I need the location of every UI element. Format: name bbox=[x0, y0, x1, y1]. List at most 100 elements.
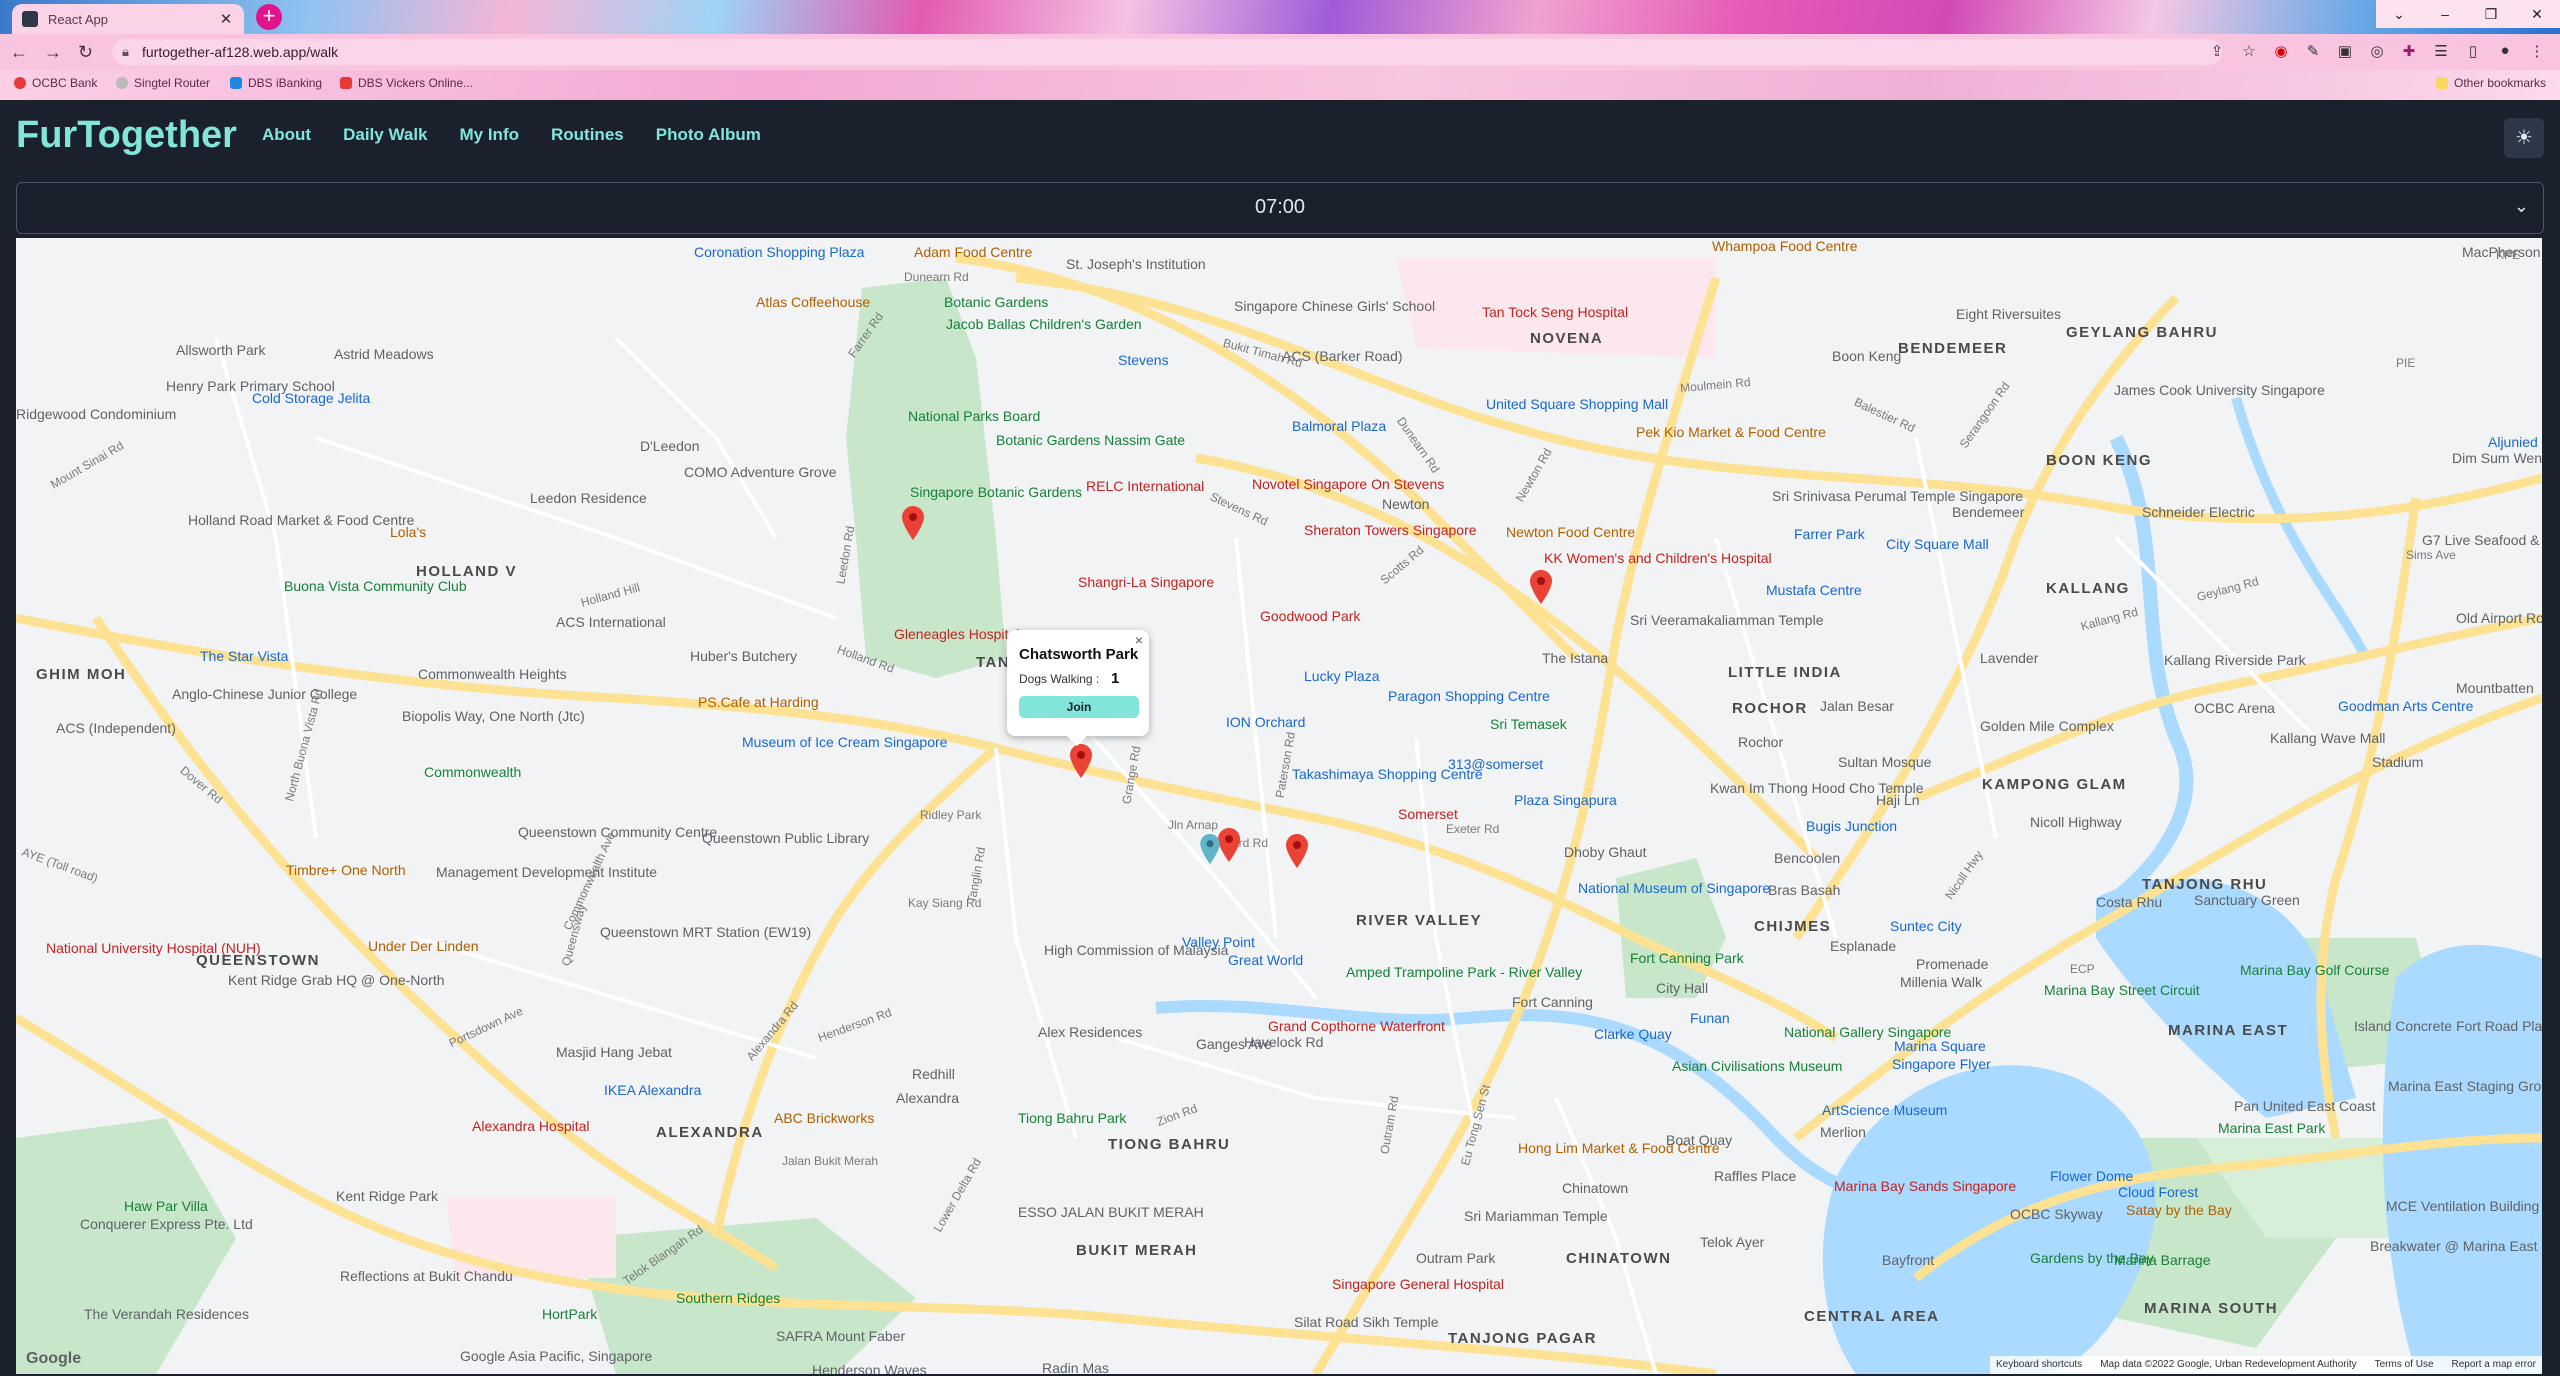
address-bar[interactable]: 🔒︎ furtogether-af128.web.app/walk bbox=[112, 39, 2222, 65]
new-tab-button[interactable]: + bbox=[256, 4, 282, 30]
profile-avatar[interactable]: ● bbox=[2496, 42, 2514, 60]
forward-arrow-icon[interactable]: → bbox=[44, 42, 62, 63]
place-label: National Museum of Singapore bbox=[1578, 880, 1771, 896]
bookmark-item[interactable]: OCBC Bank bbox=[14, 76, 97, 90]
district-label: BOON KENG bbox=[2046, 452, 2153, 469]
terms-link[interactable]: Terms of Use bbox=[2375, 1359, 2434, 1374]
report-error-link[interactable]: Report a map error bbox=[2452, 1359, 2536, 1374]
place-label: Cloud Forest bbox=[2118, 1184, 2199, 1200]
back-arrow-icon[interactable]: ← bbox=[10, 42, 28, 63]
walk-pin[interactable] bbox=[1530, 570, 1552, 604]
google-logo[interactable]: Google bbox=[26, 1350, 81, 1368]
place-label: Marina Bay Street Circuit bbox=[2044, 982, 2200, 998]
reading-list-icon[interactable]: ☰ bbox=[2432, 42, 2450, 60]
window-controls: ⌄ – ❐ ✕ bbox=[2376, 0, 2560, 28]
place-label: Jacob Ballas Children's Garden bbox=[946, 316, 1142, 332]
place-label: Goodman Arts Centre bbox=[2338, 698, 2474, 714]
extensions-puzzle-icon[interactable]: ✚ bbox=[2400, 42, 2418, 60]
place-label: Bayfront bbox=[1882, 1252, 1935, 1268]
place-label: High Commission of Malaysia bbox=[1044, 942, 1229, 958]
place-label: Singapore Chinese Girls' School bbox=[1234, 298, 1436, 314]
menu-kebab-icon[interactable]: ⋮ bbox=[2528, 42, 2546, 60]
place-label: Satay by the Bay bbox=[2126, 1202, 2232, 1218]
share-icon[interactable]: ⇪ bbox=[2208, 42, 2226, 60]
restore-button[interactable]: ❐ bbox=[2468, 0, 2514, 28]
district-label: BENDEMEER bbox=[1898, 340, 2008, 357]
road-label: Ridley Park bbox=[920, 808, 982, 822]
place-label: Tiong Bahru Park bbox=[1018, 1110, 1127, 1126]
time-select[interactable]: 07:00 ⌄ bbox=[16, 182, 2544, 234]
lock-icon[interactable]: 🔒︎ bbox=[122, 44, 129, 60]
nav-routines[interactable]: Routines bbox=[551, 125, 624, 145]
place-label: Island Concrete Fort Road Plant bbox=[2354, 1018, 2542, 1034]
nav-links: About Daily Walk My Info Routines Photo … bbox=[262, 125, 761, 145]
walk-pin[interactable] bbox=[1218, 828, 1240, 862]
url-text[interactable]: furtogether-af128.web.app/walk bbox=[142, 44, 338, 60]
place-label: Tan Tock Seng Hospital bbox=[1482, 304, 1629, 320]
place-label: ION Orchard bbox=[1226, 714, 1306, 730]
other-bookmarks[interactable]: Other bookmarks bbox=[2436, 76, 2546, 90]
walk-pin[interactable] bbox=[902, 506, 924, 540]
place-label: Eight Riversuites bbox=[1956, 306, 2062, 322]
current-location-pin[interactable] bbox=[1200, 834, 1220, 864]
close-icon[interactable]: × bbox=[1135, 632, 1143, 648]
tab-search-icon[interactable]: ⌄ bbox=[2376, 0, 2422, 28]
dbs-icon bbox=[230, 77, 242, 89]
bookmark-item[interactable]: DBS iBanking bbox=[230, 76, 322, 90]
district-label: NOVENA bbox=[1530, 330, 1604, 347]
tab-close-icon[interactable]: ✕ bbox=[216, 10, 236, 28]
place-label: Breakwater @ Marina East bbox=[2370, 1238, 2538, 1254]
place-label: Astrid Meadows bbox=[334, 346, 434, 362]
nav-photo-album[interactable]: Photo Album bbox=[656, 125, 761, 145]
opera-extension-icon[interactable]: ◉ bbox=[2272, 42, 2290, 60]
browser-nav-buttons: ← → ↻ bbox=[10, 42, 93, 63]
side-panel-icon[interactable]: ▯ bbox=[2464, 42, 2482, 60]
place-label: Dhoby Ghaut bbox=[1564, 844, 1647, 860]
brand-logo[interactable]: FurTogether bbox=[16, 114, 237, 157]
place-label: Coronation Shopping Plaza bbox=[694, 244, 865, 260]
place-label: Marina East Park bbox=[2218, 1120, 2326, 1136]
place-label: Reflections at Bukit Chandu bbox=[340, 1268, 513, 1284]
extension-icon[interactable]: ◎ bbox=[2368, 42, 2386, 60]
nav-my-info[interactable]: My Info bbox=[460, 125, 520, 145]
place-label: Sri Srinivasa Perumal Temple Singapore bbox=[1772, 488, 2024, 504]
bookmark-star-icon[interactable]: ☆ bbox=[2240, 42, 2258, 60]
place-label: Rochor bbox=[1738, 734, 1784, 750]
road-label: Jalan Bukit Merah bbox=[782, 1154, 879, 1168]
place-label: Marina Bay Golf Course bbox=[2240, 962, 2390, 978]
place-label: PS.Cafe at Harding bbox=[698, 694, 819, 710]
minimize-button[interactable]: – bbox=[2422, 0, 2468, 28]
keyboard-shortcuts-link[interactable]: Keyboard shortcuts bbox=[1996, 1359, 2082, 1374]
extension-icon[interactable]: ▣ bbox=[2336, 42, 2354, 60]
place-label: Dim Sum Wen Dao bbox=[2452, 450, 2542, 466]
district-label: RIVER VALLEY bbox=[1356, 912, 1483, 929]
place-label: Buona Vista Community Club bbox=[284, 578, 467, 594]
browser-tab[interactable]: React App ✕ bbox=[12, 4, 244, 34]
walk-pin[interactable] bbox=[1286, 834, 1308, 868]
place-label: Clarke Quay bbox=[1594, 1026, 1672, 1042]
close-window-button[interactable]: ✕ bbox=[2514, 0, 2560, 28]
theme-toggle-button[interactable]: ☀ bbox=[2504, 118, 2544, 158]
google-map[interactable]: HOLLAND V GHIM MOH NOVENA BENDEMEER GEYL… bbox=[16, 238, 2542, 1374]
walk-pin-chatsworth[interactable] bbox=[1070, 744, 1092, 778]
place-label: Shangri-La Singapore bbox=[1078, 574, 1215, 590]
place-label: Alexandra bbox=[896, 1090, 960, 1106]
bookmark-item[interactable]: DBS Vickers Online... bbox=[340, 76, 473, 90]
reload-icon[interactable]: ↻ bbox=[78, 42, 93, 63]
place-label: Botanic Gardens Nassim Gate bbox=[996, 432, 1186, 448]
nav-about[interactable]: About bbox=[262, 125, 311, 145]
place-label: Museum of Ice Cream Singapore bbox=[742, 734, 948, 750]
place-label: Haw Par Villa bbox=[124, 1198, 208, 1214]
bookmark-item[interactable]: Singtel Router bbox=[116, 76, 210, 90]
place-label: Fort Canning Park bbox=[1630, 950, 1744, 966]
extension-icon[interactable]: ✎ bbox=[2304, 42, 2322, 60]
nav-daily-walk[interactable]: Daily Walk bbox=[343, 125, 427, 145]
place-label: Pek Kio Market & Food Centre bbox=[1636, 424, 1826, 440]
district-label: TANJONG RHU bbox=[2142, 876, 2268, 893]
place-label: Marina Barrage bbox=[2114, 1252, 2211, 1268]
join-button[interactable]: Join bbox=[1019, 696, 1139, 718]
place-label: Sri Veeramakaliamman Temple bbox=[1630, 612, 1824, 628]
place-label: D'Leedon bbox=[640, 438, 700, 454]
road-label: Sims Ave bbox=[2406, 548, 2456, 562]
folder-icon bbox=[2436, 77, 2448, 89]
